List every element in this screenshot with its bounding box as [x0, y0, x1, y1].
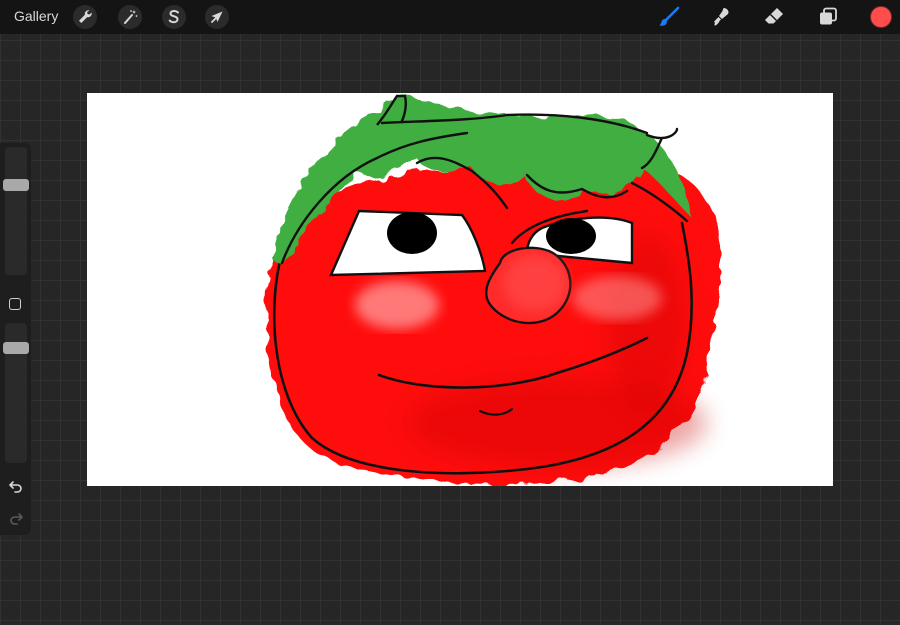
- modify-button[interactable]: [9, 298, 21, 310]
- layers-icon: [820, 7, 837, 25]
- eraser-tool-button[interactable]: [761, 4, 787, 30]
- arrow-cursor-icon: [211, 11, 223, 23]
- color-picker-button[interactable]: [870, 6, 892, 28]
- brush-tool-button[interactable]: [656, 4, 682, 30]
- undo-button[interactable]: [6, 476, 26, 496]
- top-toolbar: Gallery: [0, 0, 900, 34]
- layers-button[interactable]: [815, 4, 841, 30]
- left-sidebar: [0, 143, 31, 535]
- selection-s-icon: [168, 9, 179, 24]
- tomato-artwork: [266, 94, 721, 485]
- brush-size-slider[interactable]: [5, 147, 27, 275]
- wrench-icon: [79, 10, 92, 23]
- undo-icon: [9, 481, 22, 493]
- redo-icon: [10, 513, 23, 525]
- smudge-tool-button[interactable]: [708, 4, 734, 30]
- selection-button[interactable]: [162, 5, 186, 29]
- eraser-icon: [765, 8, 783, 24]
- drawing-canvas[interactable]: [87, 93, 833, 486]
- transform-button[interactable]: [205, 5, 229, 29]
- brush-icon: [659, 6, 680, 26]
- gallery-button[interactable]: Gallery: [14, 8, 58, 24]
- redo-button[interactable]: [6, 508, 26, 528]
- magic-wand-icon: [124, 10, 138, 24]
- opacity-slider-thumb[interactable]: [3, 342, 29, 355]
- actions-wrench-button[interactable]: [73, 5, 97, 29]
- smudge-icon: [714, 8, 729, 26]
- brush-size-slider-thumb[interactable]: [3, 179, 29, 192]
- adjustments-button[interactable]: [118, 5, 142, 29]
